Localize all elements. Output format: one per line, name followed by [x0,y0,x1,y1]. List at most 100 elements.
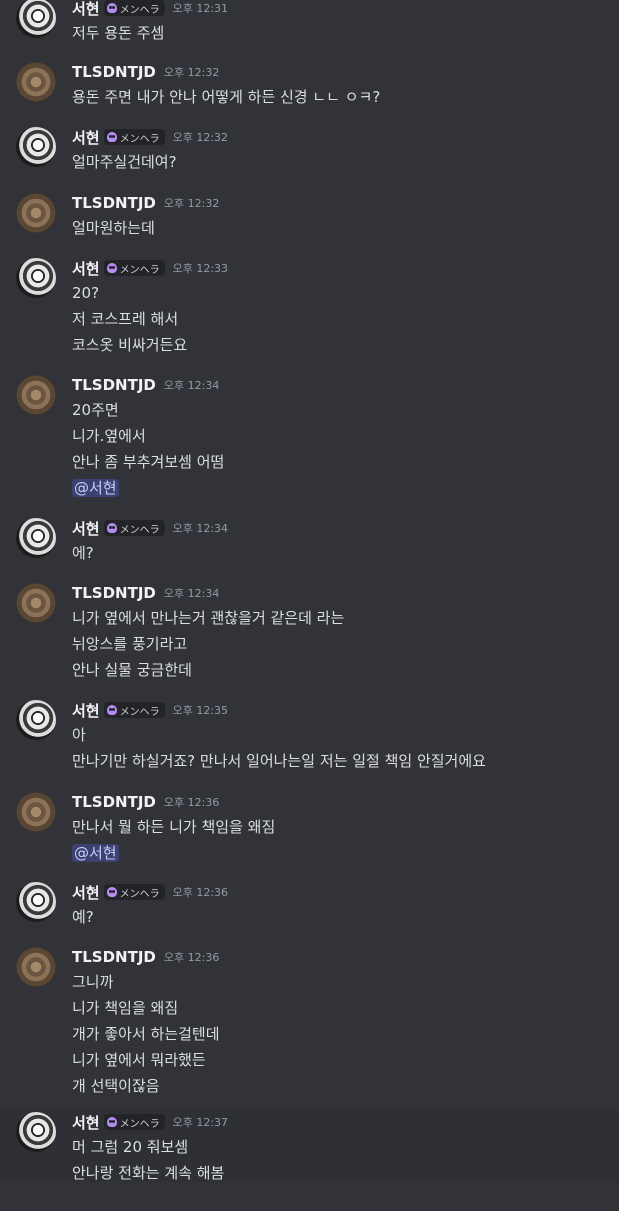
role-badge[interactable]: メンヘラ [103,1114,165,1130]
role-badge-label: メンヘラ [119,706,160,718]
message-header: 서현 メンヘラ 오후 12:35 [72,700,228,720]
timestamp[interactable]: 오후 12:33 [173,260,228,276]
message-item[interactable]: TLSDNTJD 오후 12:32 용돈 주면 내가 안나 어떻게 하든 신경 ㄴㄴ… [0,60,619,106]
message-header: 서현 メンヘラ 오후 12:37 [72,1112,228,1132]
username[interactable]: TLSDNTJD [72,584,156,602]
avatar[interactable] [16,1112,56,1152]
avatar[interactable] [16,947,56,987]
skull-icon [106,3,117,13]
message-header: 서현 メンヘラ 오후 12:32 [72,127,228,147]
timestamp[interactable]: 오후 12:34 [173,520,228,536]
avatar[interactable] [16,375,56,415]
avatar[interactable] [16,583,56,623]
avatar[interactable] [16,0,56,38]
timestamp[interactable]: 오후 12:35 [173,702,228,718]
message-item[interactable]: 서현 メンヘラ 오후 12:32 얼마주실건데여? [0,125,619,171]
role-badge[interactable]: メンヘラ [103,0,165,16]
timestamp[interactable]: 오후 12:34 [164,585,219,601]
message-text: 얼마원하는데 [72,219,155,237]
message-text: 니가 옆에서 뭐라했든 [72,1051,206,1069]
message-text: 저두 용돈 주셈 [72,24,165,42]
message-item[interactable]: TLSDNTJD 오후 12:36 그니까 니가 책임을 왜짐 개가 좋아서 하는걸텐데… [0,945,619,1095]
message-text: 만나기만 하실거죠? 만나서 일어나는일 저는 일절 책임 안질거에요 [72,752,486,770]
message-item[interactable]: TLSDNTJD 오후 12:34 니가 옆에서 만나는거 괜찮을거 같은데 라는뉘… [0,581,619,679]
message-text: 니가.옆에서 [72,427,146,445]
message-header: TLSDNTJD 오후 12:32 [72,62,219,82]
message-item[interactable]: 서현 メンヘラ 오후 12:34 에? [0,516,619,562]
username[interactable]: 서현 [72,0,100,19]
timestamp[interactable]: 오후 12:32 [173,129,228,145]
avatar[interactable] [16,700,56,740]
message-text: 뉘앙스를 풍기라고 [72,635,188,653]
username[interactable]: TLSDNTJD [72,194,156,212]
role-badge[interactable]: メンヘラ [103,260,165,276]
username[interactable]: 서현 [72,518,100,539]
message-text: 개 선택이잖음 [72,1077,160,1095]
message-item[interactable]: 서현 メンヘラ 오후 12:33 20? 저 코스프레 해서 코스옷 비싸거든요 [0,256,619,354]
message-header: TLSDNTJD 오후 12:36 [72,792,219,812]
message-header: TLSDNTJD 오후 12:32 [72,193,219,213]
username[interactable]: TLSDNTJD [72,948,156,966]
message-text: 만나서 뭘 하든 니가 책임을 왜짐 [72,818,276,836]
message-header: 서현 メンヘラ 오후 12:34 [72,518,228,538]
message-text: 코스옷 비싸거든요 [72,336,188,354]
role-badge-label: メンヘラ [119,888,160,900]
username[interactable]: 서현 [72,882,100,903]
timestamp[interactable]: 오후 12:36 [173,884,228,900]
username[interactable]: 서현 [72,258,100,279]
chat-message-list[interactable]: 서현 メンヘラ 오후 12:31 저두 용돈 주셈 TLSDNTJD 오후 12:32 용돈… [0,0,619,1211]
message-text: 그니까 [72,973,114,991]
avatar[interactable] [16,518,56,558]
avatar[interactable] [16,882,56,922]
timestamp[interactable]: 오후 12:32 [164,195,219,211]
role-badge[interactable]: メンヘラ [103,884,165,900]
message-item[interactable]: TLSDNTJD 오후 12:32 얼마원하는데 [0,191,619,237]
role-badge-label: メンヘラ [119,524,160,536]
message-text: 20? [72,284,100,302]
message-item[interactable]: 서현 メンヘラ 오후 12:35 아만나기만 하실거죠? 만나서 일어나는일 저는 일… [0,698,619,770]
user-mention[interactable]: @서현 [72,844,119,862]
username[interactable]: 서현 [72,700,100,721]
message-text: 니가 옆에서 만나는거 괜찮을거 같은데 라는 [72,609,345,627]
avatar[interactable] [16,193,56,233]
skull-icon [106,523,117,533]
skull-icon [106,132,117,142]
timestamp[interactable]: 오후 12:36 [164,949,219,965]
message-text: 안나 좀 부추겨보셈 어떰 [72,453,225,471]
avatar[interactable] [16,62,56,102]
message-text: 안나 실물 궁금한데 [72,661,192,679]
timestamp[interactable]: 오후 12:34 [164,377,219,393]
role-badge[interactable]: メンヘラ [103,129,165,145]
role-badge-label: メンヘラ [119,4,160,16]
timestamp[interactable]: 오후 12:36 [164,794,219,810]
username[interactable]: TLSDNTJD [72,376,156,394]
message-text: 안나랑 전화는 계속 해봄 [72,1164,225,1182]
user-mention[interactable]: @서현 [72,479,119,497]
message-text: 예? [72,908,94,926]
message-item[interactable]: TLSDNTJD 오후 12:34 20주면 니가.옆에서 안나 좀 부추겨보셈 어떰 @… [0,373,619,497]
message-item[interactable]: TLSDNTJD 오후 12:36 만나서 뭘 하든 니가 책임을 왜짐 @서현 [0,790,619,862]
message-item[interactable]: 서현 メンヘラ 오후 12:37 머 그럼 20 줘보셈 안나랑 전화는 계속 해봄 [0,1110,619,1182]
message-text: 아 [72,726,86,744]
timestamp[interactable]: 오후 12:37 [173,1114,228,1130]
username[interactable]: TLSDNTJD [72,793,156,811]
skull-icon [106,1117,117,1127]
timestamp[interactable]: 오후 12:32 [164,64,219,80]
mention-line: @서현 [72,477,119,499]
avatar[interactable] [16,127,56,167]
username[interactable]: TLSDNTJD [72,63,156,81]
skull-icon [106,887,117,897]
role-badge[interactable]: メンヘラ [103,702,165,718]
skull-icon [106,705,117,715]
timestamp[interactable]: 오후 12:31 [173,0,228,16]
message-text: 용돈 주면 내가 안나 어떻게 하든 신경 ㄴㄴ ㅇㅋ? [72,88,381,106]
avatar[interactable] [16,792,56,832]
username[interactable]: 서현 [72,1112,100,1133]
avatar[interactable] [16,258,56,298]
role-badge[interactable]: メンヘラ [103,520,165,536]
username[interactable]: 서현 [72,127,100,148]
message-item[interactable]: 서현 メンヘラ 오후 12:36 예? [0,880,619,926]
message-item[interactable]: 서현 メンヘラ 오후 12:31 저두 용돈 주셈 [0,0,619,42]
role-badge-label: メンヘラ [119,1118,160,1130]
message-text: 개가 좋아서 하는걸텐데 [72,1025,220,1043]
